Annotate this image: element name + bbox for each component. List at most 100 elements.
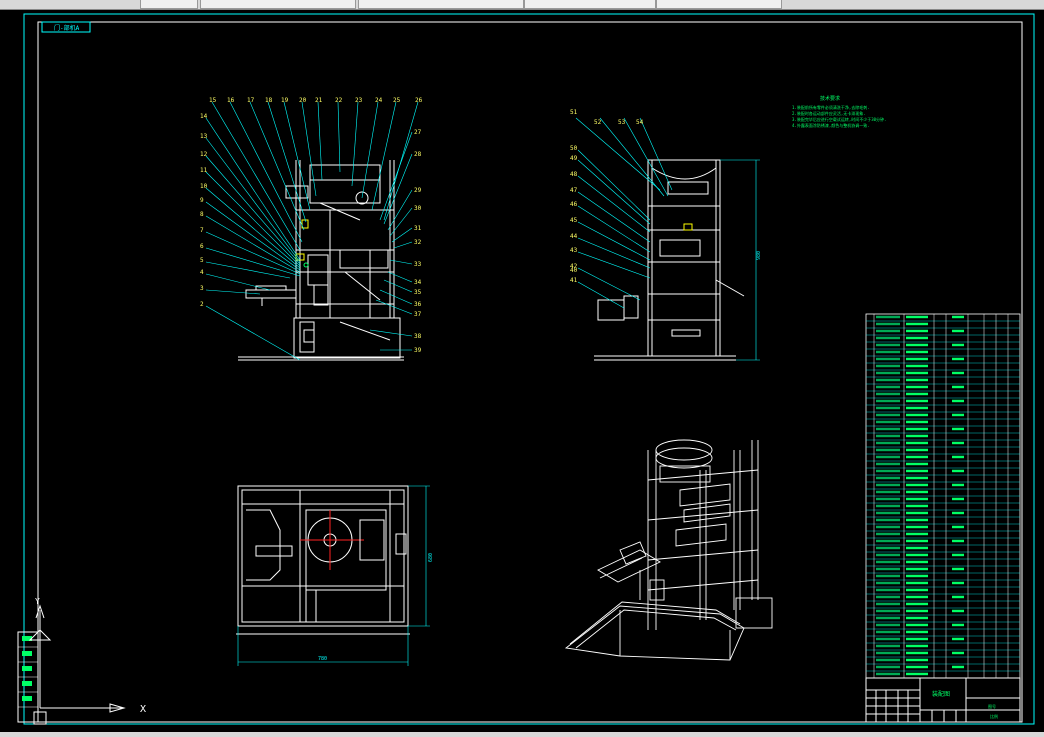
left-panel-item xyxy=(22,696,32,701)
bom-code-mark xyxy=(876,455,900,459)
bom-code-mark xyxy=(876,497,900,501)
bom-code-mark xyxy=(876,406,900,410)
svg-text:12: 12 xyxy=(200,151,208,158)
svg-text:21: 21 xyxy=(315,97,323,104)
bom-code-mark xyxy=(876,329,900,333)
bom-code-mark xyxy=(876,315,900,319)
bom-code-mark xyxy=(876,644,900,648)
bom-code-mark xyxy=(876,350,900,354)
tab-2[interactable] xyxy=(200,0,356,9)
bom-material-mark xyxy=(952,427,964,431)
bom-name-mark xyxy=(906,399,928,403)
bom-name-mark xyxy=(906,511,928,515)
bom-name-mark xyxy=(906,567,928,571)
bom-name-mark xyxy=(906,322,928,326)
svg-text:18: 18 xyxy=(265,97,273,104)
svg-text:37: 37 xyxy=(414,311,422,318)
svg-text:39: 39 xyxy=(414,347,422,354)
bom-code-mark xyxy=(876,672,900,676)
bom-code-mark xyxy=(876,483,900,487)
svg-text:51: 51 xyxy=(570,109,578,116)
bom-material-mark xyxy=(952,385,964,389)
svg-text:44: 44 xyxy=(570,233,578,240)
bom-code-mark xyxy=(876,322,900,326)
bom-code-mark xyxy=(876,343,900,347)
bom-code-mark xyxy=(876,504,900,508)
bom-material-mark xyxy=(952,609,964,613)
svg-text:53: 53 xyxy=(618,119,626,126)
bom-code-mark xyxy=(876,637,900,641)
svg-text:7: 7 xyxy=(200,227,204,234)
bom-code-mark xyxy=(876,616,900,620)
bom-code-mark xyxy=(876,378,900,382)
bom-name-mark xyxy=(906,609,928,613)
bom-name-mark xyxy=(906,357,928,361)
cad-drawing-canvas[interactable]: 门-部机A 15 16 17 18 19 20 21 22 23 24 25 2… xyxy=(0,10,1044,732)
bom-name-mark xyxy=(906,581,928,585)
title-block-drawing-no: 图号 xyxy=(988,703,996,709)
bom-code-mark xyxy=(876,357,900,361)
svg-text:技术要求: 技术要求 xyxy=(820,95,840,102)
front-view-leaders xyxy=(205,101,419,361)
tab-1[interactable] xyxy=(140,0,198,9)
svg-text:45: 45 xyxy=(570,217,578,224)
bom-code-mark xyxy=(876,665,900,669)
svg-text:10: 10 xyxy=(200,183,208,190)
plan-view: 780 680 xyxy=(236,485,434,666)
tab-3[interactable] xyxy=(358,0,524,9)
bom-name-mark xyxy=(906,329,928,333)
bom-material-mark xyxy=(952,483,964,487)
svg-text:29: 29 xyxy=(414,187,422,194)
bom-code-mark xyxy=(876,371,900,375)
bom-name-mark xyxy=(906,651,928,655)
bom-code-mark xyxy=(876,511,900,515)
bom-name-mark xyxy=(906,560,928,564)
bom-name-mark xyxy=(906,490,928,494)
left-panel-item xyxy=(22,681,32,686)
bom-code-mark xyxy=(876,427,900,431)
svg-text:31: 31 xyxy=(414,225,422,232)
bom-name-mark xyxy=(906,364,928,368)
bom-name-mark xyxy=(906,406,928,410)
bom-material-mark xyxy=(952,441,964,445)
bom-name-mark xyxy=(906,434,928,438)
svg-text:26: 26 xyxy=(415,97,423,104)
bom-name-mark xyxy=(906,420,928,424)
side-view-top-callouts: 51 52 53 54 xyxy=(570,109,644,126)
bom-name-mark xyxy=(906,385,928,389)
svg-text:3: 3 xyxy=(200,285,204,292)
bom-code-mark xyxy=(876,434,900,438)
front-view-right-callouts: 27 28 29 30 31 32 33 34 35 36 37 38 39 xyxy=(414,129,422,354)
bom-code-mark xyxy=(876,651,900,655)
bom-code-mark xyxy=(876,560,900,564)
bom-code-mark xyxy=(876,336,900,340)
bom-name-mark xyxy=(906,378,928,382)
tab-5[interactable] xyxy=(656,0,782,9)
svg-text:2: 2 xyxy=(200,301,204,308)
bom-name-mark xyxy=(906,623,928,627)
tab-4[interactable] xyxy=(524,0,656,9)
svg-text:680: 680 xyxy=(428,553,434,562)
bom-code-mark xyxy=(876,448,900,452)
bom-name-mark xyxy=(906,665,928,669)
bom-name-mark xyxy=(906,525,928,529)
svg-text:54: 54 xyxy=(636,119,644,126)
bom-material-mark xyxy=(952,413,964,417)
svg-text:48: 48 xyxy=(570,171,578,178)
svg-text:780: 780 xyxy=(318,656,327,662)
status-bar xyxy=(0,732,1044,737)
bom-code-mark xyxy=(876,602,900,606)
bom-name-mark xyxy=(906,630,928,634)
bom-code-mark xyxy=(876,441,900,445)
svg-text:47: 47 xyxy=(570,187,578,194)
svg-text:22: 22 xyxy=(335,97,343,104)
bom-name-mark xyxy=(906,455,928,459)
svg-text:2.装配时各运动部件应灵活,无卡滞现象.: 2.装配时各运动部件应灵活,无卡滞现象. xyxy=(792,110,866,116)
bom-code-mark xyxy=(876,567,900,571)
bom-name-mark xyxy=(906,672,928,676)
bom-name-mark xyxy=(906,350,928,354)
bom-code-mark xyxy=(876,539,900,543)
svg-text:11: 11 xyxy=(200,167,208,174)
bom-name-mark xyxy=(906,616,928,620)
bom-name-mark xyxy=(906,448,928,452)
